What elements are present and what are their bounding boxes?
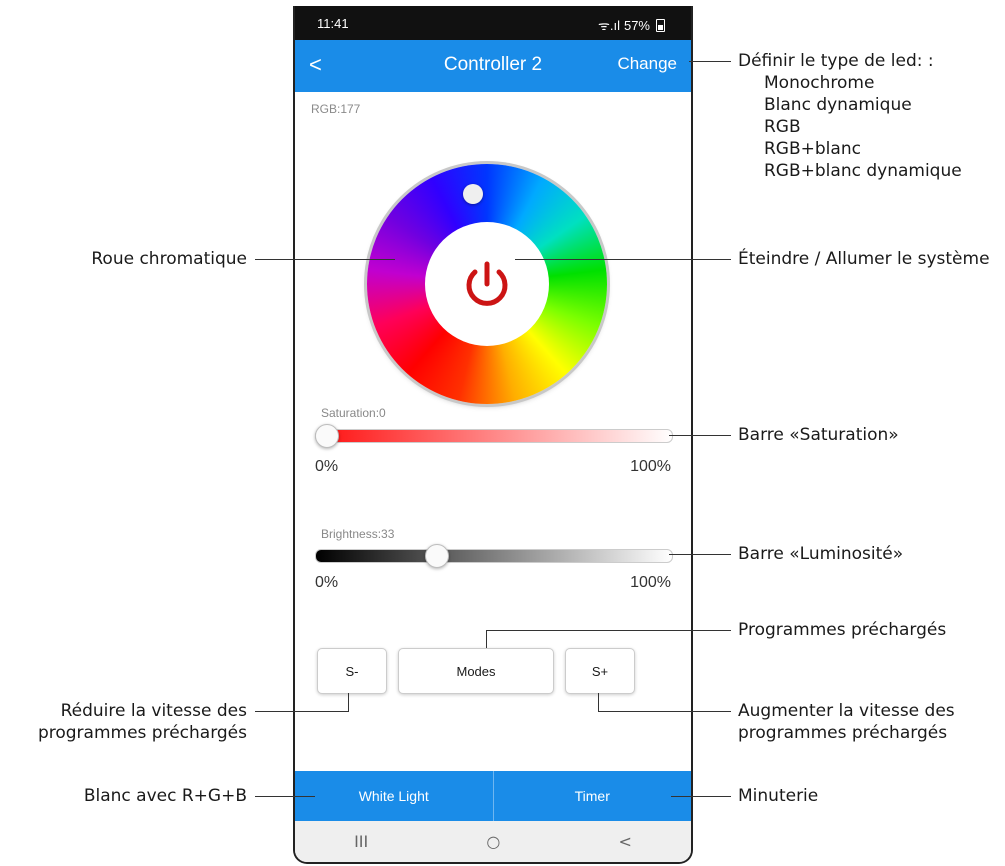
connector-line [348, 693, 349, 711]
annotation-wheel: Roue chromatique [91, 249, 247, 269]
annotation-speed-up-line1: Augmenter la vitesse des [738, 701, 955, 721]
brightness-label: Brightness:33 [321, 527, 395, 541]
connector-line [515, 259, 731, 260]
connector-line [669, 554, 731, 555]
connector-line [255, 711, 349, 712]
color-wheel[interactable] [367, 164, 607, 404]
led-type-item: Blanc dynamique [764, 95, 912, 116]
status-bar: 11:41 ᯤ.ıl 57% [295, 6, 691, 40]
system-back-button[interactable]: < [619, 832, 632, 851]
led-type-item: RGB+blanc [764, 139, 861, 160]
saturation-thumb[interactable] [315, 424, 339, 448]
led-type-item: Monochrome [764, 73, 875, 94]
connector-line [689, 61, 731, 62]
saturation-bar[interactable] [315, 429, 673, 443]
brightness-max: 100% [630, 574, 671, 591]
annotation-speed-down-line1: Réduire la vitesse des [60, 701, 247, 721]
annotation-led-type-title: Définir le type de led: : [738, 51, 934, 71]
annotation-speed-up: Augmenter la vitesse des programmes préc… [738, 700, 955, 744]
annotation-speed-down: Réduire la vitesse des programmes précha… [38, 700, 247, 744]
color-wheel-knob[interactable] [463, 184, 483, 204]
status-right: ᯤ.ıl 57% [598, 16, 665, 34]
saturation-min: 0% [315, 458, 339, 475]
saturation-max: 100% [630, 458, 671, 475]
speed-up-button[interactable]: S+ [565, 648, 635, 694]
system-nav-bar: III ○ < [295, 821, 691, 862]
change-button[interactable]: Change [617, 54, 677, 74]
annotation-power: Éteindre / Allumer le système [738, 249, 990, 269]
annotation-programs: Programmes préchargés [738, 620, 947, 640]
wheel-center [425, 222, 549, 346]
annotation-speed-up-line2: programmes préchargés [738, 723, 948, 744]
annotation-saturation: Barre «Saturation» [738, 425, 899, 445]
connector-line [669, 435, 731, 436]
status-time: 11:41 [317, 16, 349, 31]
saturation-label: Saturation:0 [321, 406, 386, 420]
annotation-speed-down-line2: programmes préchargés [37, 723, 247, 744]
power-icon[interactable] [455, 252, 519, 316]
signal-icon: ᯤ.ıl [597, 18, 620, 33]
connector-line [598, 693, 599, 711]
bottom-bar: White Light Timer [295, 771, 691, 821]
white-light-button[interactable]: White Light [295, 771, 494, 821]
annotation-white: Blanc avec R+G+B [83, 786, 247, 806]
brightness-min: 0% [315, 574, 339, 591]
annotation-brightness: Barre «Luminosité» [738, 544, 904, 564]
modes-button[interactable]: Modes [398, 648, 554, 694]
annotation-led-type: Définir le type de led: : Monochrome Bla… [738, 50, 962, 183]
battery-level: 57% [623, 17, 650, 33]
phone-screen: 11:41 ᯤ.ıl 57% < Controller 2 Change RGB… [293, 6, 693, 864]
connector-line [255, 796, 315, 797]
home-button[interactable]: ○ [486, 832, 500, 851]
recent-apps-button[interactable]: III [354, 832, 368, 851]
connector-line [255, 259, 395, 260]
app-bar: < Controller 2 Change [295, 40, 691, 92]
connector-line [671, 796, 731, 797]
speed-down-button[interactable]: S- [317, 648, 387, 694]
connector-line [486, 630, 487, 648]
brightness-thumb[interactable] [424, 544, 449, 568]
brightness-bar[interactable] [315, 549, 673, 563]
led-type-item: RGB [764, 117, 801, 138]
connector-line [598, 711, 731, 712]
connector-line [486, 630, 731, 631]
timer-button[interactable]: Timer [494, 771, 692, 821]
annotation-timer: Minuterie [738, 786, 819, 806]
battery-icon [656, 18, 665, 32]
led-type-item: RGB+blanc dynamique [764, 161, 962, 182]
rgb-readout: RGB:177 [311, 102, 361, 116]
